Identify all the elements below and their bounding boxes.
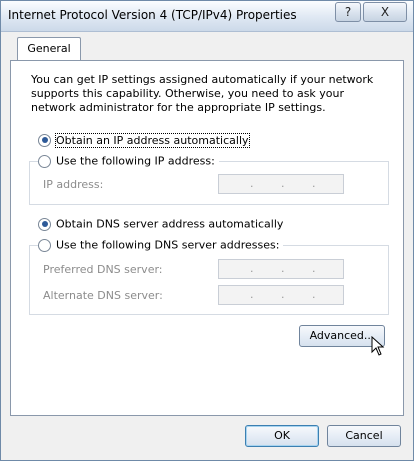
close-button[interactable]: X: [363, 2, 407, 22]
cancel-button[interactable]: Cancel: [327, 425, 401, 447]
properties-dialog: Internet Protocol Version 4 (TCP/IPv4) P…: [0, 0, 414, 461]
tab-bar: General: [1, 31, 413, 62]
preferred-dns-label: Preferred DNS server:: [43, 263, 163, 276]
ok-button[interactable]: OK: [245, 425, 319, 447]
ip-auto-radio[interactable]: [38, 133, 51, 147]
ip-address-field[interactable]: ...: [218, 174, 344, 194]
window-title: Internet Protocol Version 4 (TCP/IPv4) P…: [8, 8, 297, 22]
mouse-pointer-icon: [371, 336, 385, 356]
preferred-dns-field[interactable]: ...: [218, 259, 344, 279]
dns-manual-label: Use the following DNS server addresses:: [56, 238, 280, 252]
dns-manual-radio[interactable]: [38, 238, 51, 252]
dns-manual-option[interactable]: Use the following DNS server addresses:: [38, 238, 284, 252]
description-text: You can get IP settings assigned automat…: [31, 73, 374, 114]
general-panel: You can get IP settings assigned automat…: [10, 60, 404, 416]
ip-manual-radio[interactable]: [38, 154, 51, 168]
alternate-dns-label: Alternate DNS server:: [43, 289, 163, 302]
ip-auto-option[interactable]: Obtain an IP address automatically: [38, 132, 250, 148]
ip-manual-option[interactable]: Use the following IP address:: [38, 154, 219, 168]
alternate-dns-field[interactable]: ...: [218, 285, 344, 305]
dns-auto-option[interactable]: Obtain DNS server address automatically: [38, 217, 283, 231]
help-button[interactable]: ?: [335, 2, 361, 22]
ip-manual-label: Use the following IP address:: [56, 154, 215, 168]
title-bar: Internet Protocol Version 4 (TCP/IPv4) P…: [1, 1, 413, 32]
tab-general[interactable]: General: [17, 37, 81, 62]
dns-auto-radio[interactable]: [38, 217, 51, 231]
ip-address-label: IP address:: [43, 178, 104, 191]
dns-auto-label: Obtain DNS server address automatically: [56, 217, 284, 231]
ip-auto-label: Obtain an IP address automatically: [55, 132, 250, 148]
